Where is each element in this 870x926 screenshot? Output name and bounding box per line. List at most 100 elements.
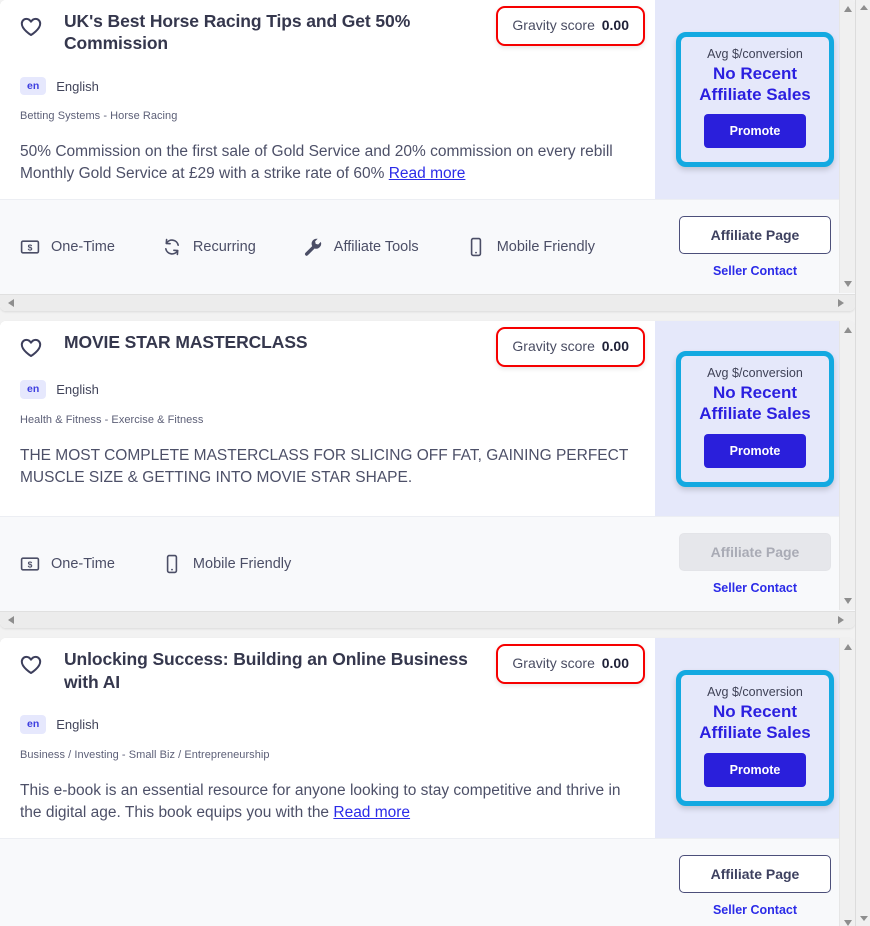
mobile-icon [466,237,486,257]
affiliate-page-button[interactable]: Affiliate Page [679,854,831,893]
heart-icon[interactable] [20,17,42,37]
footer-actions: Affiliate Page Seller Contact [655,200,855,294]
affiliate-page-button: Affiliate Page [679,533,831,572]
gravity-score-badge: Gravity score 0.00 [496,644,645,685]
product-card: UK's Best Horse Racing Tips and Get 50% … [0,0,855,312]
card-scroll-up-icon[interactable] [844,6,852,12]
scroll-right-icon[interactable] [832,295,849,311]
no-recent-sales-text: No Recent Affiliate Sales [687,701,823,744]
scroll-left-icon[interactable] [2,612,19,628]
avg-conversion-label: Avg $/conversion [707,46,803,61]
product-feature-label: Recurring [192,239,256,256]
gravity-score-label: Gravity score [512,655,599,672]
seller-contact-link[interactable]: Seller Contact [713,581,797,595]
product-card-body: Unlocking Success: Building an Online Bu… [0,638,855,838]
read-more-link[interactable]: Read more [333,804,410,821]
gravity-score-badge: Gravity score 0.00 [496,6,645,46]
product-category: Betting Systems - Horse Racing [20,110,178,123]
promo-panel: Avg $/conversion No Recent Affiliate Sal… [655,321,855,517]
product-feature-label: One-Time [51,556,115,573]
product-feature: Recurring [162,237,256,257]
product-description: 50% Commission on the first sale of Gold… [20,141,640,185]
product-info: MOVIE STAR MASTERCLASS Gravity score 0.0… [0,321,655,517]
product-feature: $ One-Time [20,237,115,257]
promote-button[interactable]: Promote [703,433,807,468]
card-vertical-scrollbar[interactable] [839,638,855,926]
read-more-link[interactable]: Read more [389,165,466,182]
affiliate-page-button[interactable]: Affiliate Page [679,216,831,255]
footer-actions: Affiliate Page Seller Contact [655,839,855,926]
language-code-badge: en [20,380,47,399]
product-title[interactable]: UK's Best Horse Racing Tips and Get 50% … [64,10,504,55]
gravity-score-badge: Gravity score 0.00 [496,327,645,368]
no-recent-sales-line1: No Recent [712,702,798,722]
marketplace-results-page: UK's Best Horse Racing Tips and Get 50% … [0,0,870,926]
no-recent-sales-line2: Affiliate Sales [699,723,811,743]
product-card-footer: $ One-Time Recurring Affiliate Tools Mobile … [0,199,855,295]
product-title[interactable]: MOVIE STAR MASTERCLASS [64,331,308,353]
product-features [0,839,655,926]
promote-button[interactable]: Promote [703,752,807,787]
product-info: Unlocking Success: Building an Online Bu… [0,638,655,838]
card-horizontal-scrollbar[interactable] [0,611,855,629]
card-vertical-scrollbar[interactable] [839,0,855,294]
mobile-icon [162,554,182,574]
svg-text:$: $ [28,243,33,253]
avg-conversion-box: Avg $/conversion No Recent Affiliate Sal… [676,31,834,168]
promote-button[interactable]: Promote [703,114,807,149]
seller-contact-link[interactable]: Seller Contact [713,903,797,917]
product-description-text: This e-book is an essential resource for… [20,781,621,821]
scroll-right-icon[interactable] [832,612,849,628]
card-horizontal-scrollbar[interactable] [0,294,855,312]
promo-panel: Avg $/conversion No Recent Affiliate Sal… [655,638,855,838]
avg-conversion-box: Avg $/conversion No Recent Affiliate Sal… [676,670,834,806]
product-feature: Mobile Friendly [466,237,595,257]
gravity-score-label: Gravity score [512,338,599,355]
product-description: This e-book is an essential resource for… [20,780,640,824]
avg-conversion-label: Avg $/conversion [707,366,803,381]
card-vertical-scrollbar[interactable] [839,321,855,611]
promo-panel: Avg $/conversion No Recent Affiliate Sal… [655,0,855,200]
no-recent-sales-text: No Recent Affiliate Sales [687,63,823,106]
no-recent-sales-line2: Affiliate Sales [699,404,811,424]
avg-conversion-label: Avg $/conversion [707,685,803,700]
language-name: English [56,382,99,398]
recurring-icon [162,237,182,257]
heart-icon[interactable] [20,655,42,675]
results-scroll-viewport[interactable]: UK's Best Horse Racing Tips and Get 50% … [0,0,855,926]
product-language: en English [20,76,641,96]
product-feature: $ One-Time [20,554,115,574]
card-scroll-down-icon[interactable] [844,919,852,926]
scroll-up-icon[interactable] [859,5,868,10]
page-vertical-scrollbar[interactable] [855,0,870,926]
gravity-score-value: 0.00 [601,338,629,355]
product-feature-label: One-Time [51,239,115,256]
one-time-payment-icon: $ [20,237,40,257]
gravity-score-value: 0.00 [601,17,629,33]
product-card-footer: $ One-Time Mobile Friendly Affiliate Page … [0,516,855,612]
product-feature-label: Mobile Friendly [496,239,596,256]
product-feature: Affiliate Tools [303,237,419,257]
scroll-left-icon[interactable] [2,295,19,311]
product-description-text: THE MOST COMPLETE MASTERCLASS FOR SLICIN… [20,446,629,486]
avg-conversion-box: Avg $/conversion No Recent Affiliate Sal… [676,351,834,487]
card-scroll-down-icon[interactable] [844,598,852,605]
product-category: Health & Fitness - Exercise & Fitness [20,413,204,426]
product-language: en English [20,380,641,399]
card-scroll-up-icon[interactable] [844,327,852,334]
gravity-score-value: 0.00 [601,655,629,672]
product-title[interactable]: Unlocking Success: Building an Online Bu… [64,648,504,693]
no-recent-sales-line1: No Recent [712,63,798,83]
product-card-body: UK's Best Horse Racing Tips and Get 50% … [0,0,855,200]
card-scroll-up-icon[interactable] [844,644,852,651]
scroll-down-icon[interactable] [859,916,868,921]
product-category: Business / Investing - Small Biz / Entre… [20,748,270,761]
product-description: THE MOST COMPLETE MASTERCLASS FOR SLICIN… [20,445,640,489]
product-info: UK's Best Horse Racing Tips and Get 50% … [0,0,655,200]
seller-contact-link[interactable]: Seller Contact [713,264,797,278]
product-feature-label: Mobile Friendly [192,556,292,573]
card-scroll-down-icon[interactable] [844,281,852,288]
wrench-icon [303,237,323,257]
heart-icon[interactable] [20,338,42,358]
one-time-payment-icon: $ [20,554,40,574]
